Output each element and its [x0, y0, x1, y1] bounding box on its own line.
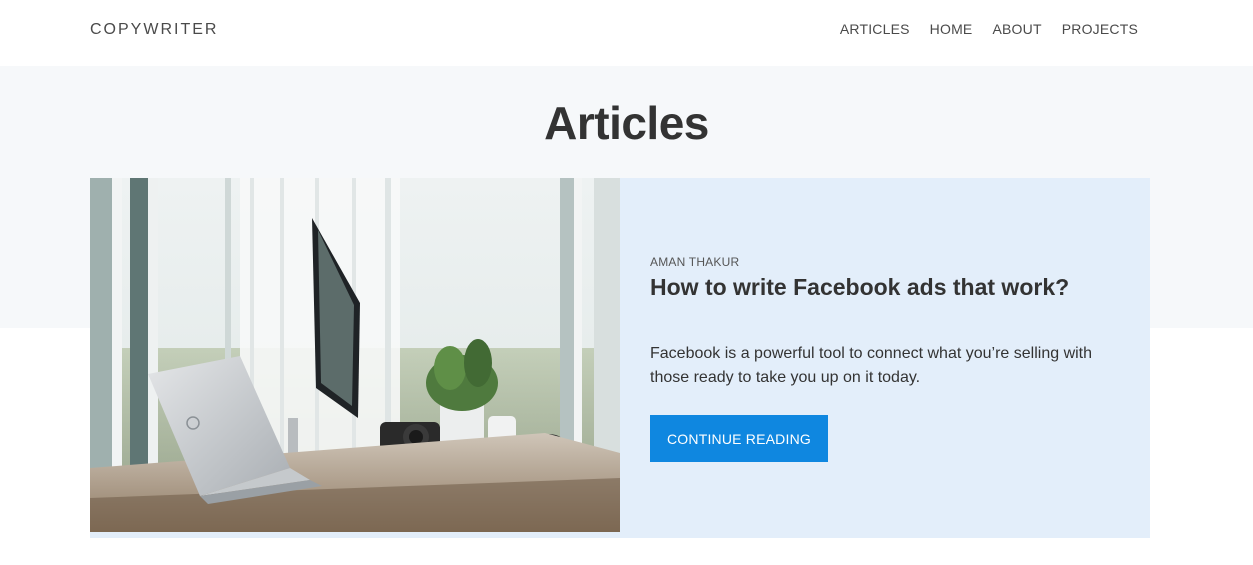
- brand-logo[interactable]: COPYWRITER: [90, 21, 218, 39]
- nav-links: ARTICLES HOME ABOUT PROJECTS: [840, 21, 1138, 37]
- article-card: AMAN THAKUR How to write Facebook ads th…: [90, 178, 1150, 538]
- desk-photo-illustration: [90, 178, 620, 532]
- article-image: [90, 178, 620, 532]
- nav-item-home[interactable]: HOME: [930, 21, 973, 37]
- article-title[interactable]: How to write Facebook ads that work?: [650, 274, 1069, 301]
- continue-reading-button[interactable]: CONTINUE READING: [650, 415, 828, 462]
- nav-item-articles[interactable]: ARTICLES: [840, 21, 910, 37]
- navbar: COPYWRITER ARTICLES HOME ABOUT PROJECTS: [0, 0, 1253, 66]
- nav-item-about[interactable]: ABOUT: [992, 21, 1041, 37]
- nav-item-projects[interactable]: PROJECTS: [1062, 21, 1138, 37]
- article-excerpt: Facebook is a powerful tool to connect w…: [650, 345, 1093, 386]
- author-name: AMAN THAKUR: [650, 255, 740, 269]
- page-title: Articles: [544, 97, 709, 149]
